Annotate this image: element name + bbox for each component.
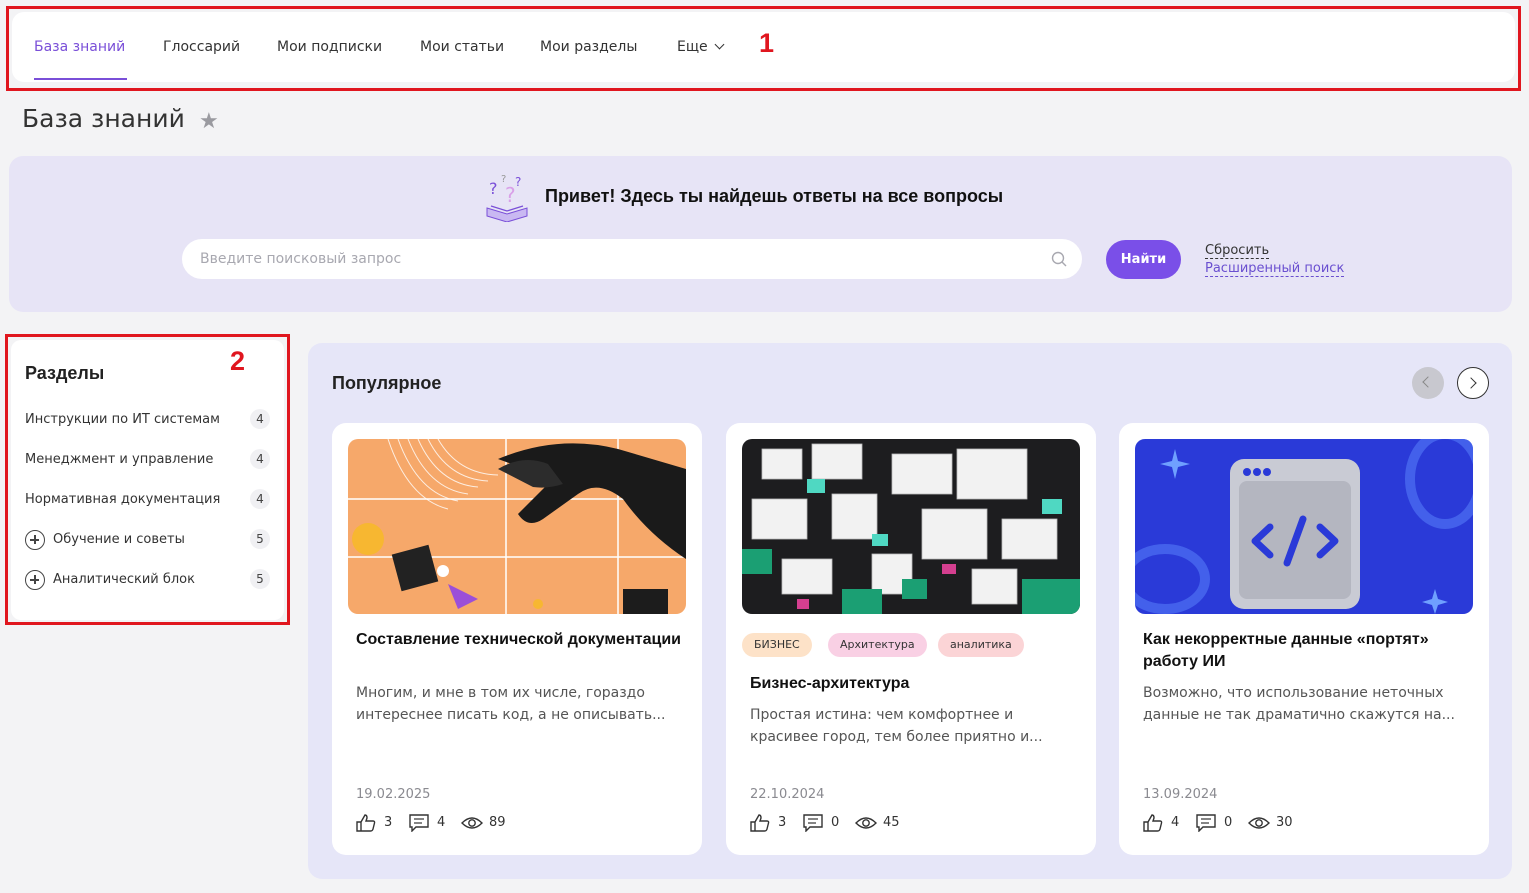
tag-chip[interactable]: аналитика — [938, 633, 1024, 657]
article-description: Возможно, что использование неточных дан… — [1143, 685, 1455, 723]
article-description: Простая истина: чем комфортнее и красиве… — [750, 707, 1043, 745]
article-date: 13.09.2024 — [1143, 787, 1218, 802]
tag-chip[interactable]: БИЗНЕС — [742, 633, 812, 657]
likes-count: 4 — [1171, 815, 1180, 830]
svg-text:?: ? — [515, 175, 521, 189]
views-count: 45 — [883, 815, 900, 830]
article-title: Бизнес-архитектура — [750, 675, 910, 692]
article-date: 19.02.2025 — [356, 787, 431, 802]
article-date: 22.10.2024 — [750, 787, 825, 802]
article-title: Составление технической документации — [356, 631, 681, 648]
advanced-search-link[interactable]: Расширенный поиск — [1205, 261, 1345, 277]
article-title: Как некорректные данные «портят» работу … — [1143, 631, 1429, 670]
comment-icon — [409, 814, 429, 832]
popular-title: Популярное — [332, 373, 442, 393]
comments-count: 0 — [1224, 815, 1233, 830]
annotation-marker-1: 1 — [759, 28, 775, 58]
views-count: 89 — [489, 815, 506, 830]
views-count: 30 — [1276, 815, 1293, 830]
article-description: Многим, и мне в том их числе, гораздо ин… — [356, 685, 666, 723]
popular-panel: Популярное Составление технической докум… — [308, 343, 1512, 879]
article-card[interactable]: Составление технической документации Мно… — [332, 423, 702, 855]
page-title: База знаний — [22, 104, 185, 133]
svg-text:?: ? — [489, 179, 498, 198]
annotation-marker-2: 2 — [230, 346, 246, 376]
thumbs-up-icon — [750, 814, 770, 832]
svg-text:?: ? — [501, 174, 506, 185]
article-cover-image — [1135, 439, 1473, 614]
chevron-right-icon — [1465, 377, 1477, 389]
likes-count: 3 — [384, 815, 393, 830]
search-input[interactable] — [182, 239, 1082, 279]
thumbs-up-icon — [1143, 814, 1163, 832]
thumbs-up-icon — [356, 814, 376, 832]
search-hero: ? ? ? ? Привет! Здесь ты найдешь ответы … — [9, 156, 1512, 312]
comments-count: 4 — [437, 815, 446, 830]
article-cover-image — [348, 439, 686, 614]
hero-title: Привет! Здесь ты найдешь ответы на все в… — [545, 186, 1004, 206]
comment-icon — [803, 814, 823, 832]
article-card[interactable]: Как некорректные данные «портят» работу … — [1119, 423, 1489, 855]
chevron-left-icon — [1422, 376, 1434, 388]
comments-count: 0 — [831, 815, 840, 830]
eye-icon — [855, 817, 877, 829]
favorite-star-icon[interactable]: ★ — [199, 109, 219, 134]
highlight-frame-sidebar — [5, 334, 290, 625]
tag-chip[interactable]: Архитектура — [828, 633, 927, 657]
comment-icon — [1196, 814, 1216, 832]
carousel-next-button[interactable] — [1457, 367, 1489, 399]
eye-icon — [461, 817, 483, 829]
eye-icon — [1248, 817, 1270, 829]
reset-link[interactable]: Сбросить — [1205, 243, 1270, 259]
search-icon[interactable] — [1051, 251, 1067, 267]
article-cover-image — [742, 439, 1080, 614]
questions-book-icon: ? ? ? ? — [486, 174, 528, 222]
find-button[interactable]: Найти — [1106, 240, 1181, 279]
likes-count: 3 — [778, 815, 787, 830]
article-card[interactable]: БИЗНЕС Архитектура аналитика Бизнес-архи… — [726, 423, 1096, 855]
carousel-prev-button[interactable] — [1412, 367, 1444, 399]
